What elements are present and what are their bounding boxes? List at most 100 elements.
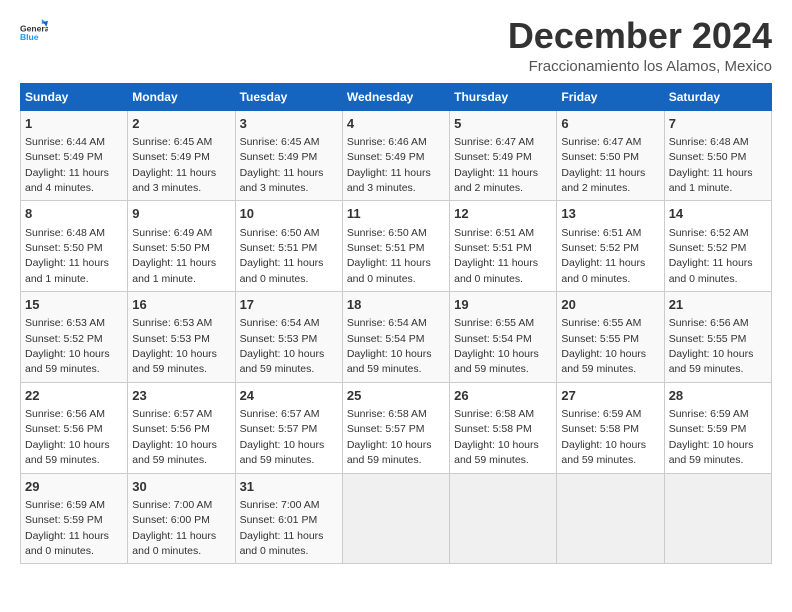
table-row: 26 Sunrise: 6:58 AMSunset: 5:58 PMDaylig… xyxy=(450,382,557,473)
col-friday: Friday xyxy=(557,83,664,110)
day-number: 5 xyxy=(454,115,552,133)
cell-content: Sunrise: 6:51 AMSunset: 5:52 PMDaylight:… xyxy=(561,227,645,285)
table-row: 21 Sunrise: 6:56 AMSunset: 5:55 PMDaylig… xyxy=(664,292,771,383)
table-row: 30 Sunrise: 7:00 AMSunset: 6:00 PMDaylig… xyxy=(128,473,235,564)
cell-content: Sunrise: 6:55 AMSunset: 5:55 PMDaylight:… xyxy=(561,317,646,375)
table-row: 16 Sunrise: 6:53 AMSunset: 5:53 PMDaylig… xyxy=(128,292,235,383)
cell-content: Sunrise: 6:53 AMSunset: 5:53 PMDaylight:… xyxy=(132,317,217,375)
cell-content: Sunrise: 6:48 AMSunset: 5:50 PMDaylight:… xyxy=(25,227,109,285)
day-number: 29 xyxy=(25,478,123,496)
table-row: 12 Sunrise: 6:51 AMSunset: 5:51 PMDaylig… xyxy=(450,201,557,292)
day-number: 11 xyxy=(347,205,445,223)
day-number: 8 xyxy=(25,205,123,223)
cell-content: Sunrise: 7:00 AMSunset: 6:00 PMDaylight:… xyxy=(132,499,216,557)
day-number: 2 xyxy=(132,115,230,133)
table-row: 13 Sunrise: 6:51 AMSunset: 5:52 PMDaylig… xyxy=(557,201,664,292)
day-number: 4 xyxy=(347,115,445,133)
cell-content: Sunrise: 6:46 AMSunset: 5:49 PMDaylight:… xyxy=(347,136,431,194)
table-row: 25 Sunrise: 6:58 AMSunset: 5:57 PMDaylig… xyxy=(342,382,449,473)
table-row: 22 Sunrise: 6:56 AMSunset: 5:56 PMDaylig… xyxy=(21,382,128,473)
table-row: 7 Sunrise: 6:48 AMSunset: 5:50 PMDayligh… xyxy=(664,110,771,201)
cell-content: Sunrise: 6:59 AMSunset: 5:59 PMDaylight:… xyxy=(669,408,754,466)
table-row: 2 Sunrise: 6:45 AMSunset: 5:49 PMDayligh… xyxy=(128,110,235,201)
cell-content: Sunrise: 6:57 AMSunset: 5:56 PMDaylight:… xyxy=(132,408,217,466)
cell-content: Sunrise: 6:59 AMSunset: 5:59 PMDaylight:… xyxy=(25,499,109,557)
cell-content: Sunrise: 6:48 AMSunset: 5:50 PMDaylight:… xyxy=(669,136,753,194)
day-number: 28 xyxy=(669,387,767,405)
day-number: 12 xyxy=(454,205,552,223)
logo: General Blue xyxy=(20,16,48,44)
location-title: Fraccionamiento los Alamos, Mexico xyxy=(508,58,772,75)
empty-cell xyxy=(557,473,664,564)
day-number: 17 xyxy=(240,296,338,314)
cell-content: Sunrise: 6:57 AMSunset: 5:57 PMDaylight:… xyxy=(240,408,325,466)
cell-content: Sunrise: 6:49 AMSunset: 5:50 PMDaylight:… xyxy=(132,227,216,285)
day-number: 3 xyxy=(240,115,338,133)
calendar-week: 8 Sunrise: 6:48 AMSunset: 5:50 PMDayligh… xyxy=(21,201,772,292)
table-row: 24 Sunrise: 6:57 AMSunset: 5:57 PMDaylig… xyxy=(235,382,342,473)
cell-content: Sunrise: 6:59 AMSunset: 5:58 PMDaylight:… xyxy=(561,408,646,466)
table-row: 4 Sunrise: 6:46 AMSunset: 5:49 PMDayligh… xyxy=(342,110,449,201)
cell-content: Sunrise: 6:45 AMSunset: 5:49 PMDaylight:… xyxy=(240,136,324,194)
table-row: 9 Sunrise: 6:49 AMSunset: 5:50 PMDayligh… xyxy=(128,201,235,292)
cell-content: Sunrise: 7:00 AMSunset: 6:01 PMDaylight:… xyxy=(240,499,324,557)
day-number: 21 xyxy=(669,296,767,314)
table-row: 18 Sunrise: 6:54 AMSunset: 5:54 PMDaylig… xyxy=(342,292,449,383)
day-number: 31 xyxy=(240,478,338,496)
table-row: 20 Sunrise: 6:55 AMSunset: 5:55 PMDaylig… xyxy=(557,292,664,383)
cell-content: Sunrise: 6:56 AMSunset: 5:56 PMDaylight:… xyxy=(25,408,110,466)
table-row: 19 Sunrise: 6:55 AMSunset: 5:54 PMDaylig… xyxy=(450,292,557,383)
calendar-week: 29 Sunrise: 6:59 AMSunset: 5:59 PMDaylig… xyxy=(21,473,772,564)
table-row: 31 Sunrise: 7:00 AMSunset: 6:01 PMDaylig… xyxy=(235,473,342,564)
table-row: 23 Sunrise: 6:57 AMSunset: 5:56 PMDaylig… xyxy=(128,382,235,473)
cell-content: Sunrise: 6:58 AMSunset: 5:58 PMDaylight:… xyxy=(454,408,539,466)
cell-content: Sunrise: 6:55 AMSunset: 5:54 PMDaylight:… xyxy=(454,317,539,375)
day-number: 25 xyxy=(347,387,445,405)
month-title: December 2024 xyxy=(508,16,772,56)
day-number: 18 xyxy=(347,296,445,314)
empty-cell xyxy=(342,473,449,564)
day-number: 27 xyxy=(561,387,659,405)
day-number: 9 xyxy=(132,205,230,223)
cell-content: Sunrise: 6:45 AMSunset: 5:49 PMDaylight:… xyxy=(132,136,216,194)
table-row: 11 Sunrise: 6:50 AMSunset: 5:51 PMDaylig… xyxy=(342,201,449,292)
col-tuesday: Tuesday xyxy=(235,83,342,110)
table-row: 15 Sunrise: 6:53 AMSunset: 5:52 PMDaylig… xyxy=(21,292,128,383)
cell-content: Sunrise: 6:47 AMSunset: 5:49 PMDaylight:… xyxy=(454,136,538,194)
day-number: 16 xyxy=(132,296,230,314)
cell-content: Sunrise: 6:54 AMSunset: 5:53 PMDaylight:… xyxy=(240,317,325,375)
cell-content: Sunrise: 6:54 AMSunset: 5:54 PMDaylight:… xyxy=(347,317,432,375)
calendar-week: 15 Sunrise: 6:53 AMSunset: 5:52 PMDaylig… xyxy=(21,292,772,383)
table-row: 6 Sunrise: 6:47 AMSunset: 5:50 PMDayligh… xyxy=(557,110,664,201)
table-row: 1 Sunrise: 6:44 AMSunset: 5:49 PMDayligh… xyxy=(21,110,128,201)
day-number: 23 xyxy=(132,387,230,405)
calendar-week: 1 Sunrise: 6:44 AMSunset: 5:49 PMDayligh… xyxy=(21,110,772,201)
table-row: 3 Sunrise: 6:45 AMSunset: 5:49 PMDayligh… xyxy=(235,110,342,201)
col-wednesday: Wednesday xyxy=(342,83,449,110)
day-number: 7 xyxy=(669,115,767,133)
col-thursday: Thursday xyxy=(450,83,557,110)
col-monday: Monday xyxy=(128,83,235,110)
col-saturday: Saturday xyxy=(664,83,771,110)
cell-content: Sunrise: 6:58 AMSunset: 5:57 PMDaylight:… xyxy=(347,408,432,466)
cell-content: Sunrise: 6:53 AMSunset: 5:52 PMDaylight:… xyxy=(25,317,110,375)
table-row: 10 Sunrise: 6:50 AMSunset: 5:51 PMDaylig… xyxy=(235,201,342,292)
day-number: 30 xyxy=(132,478,230,496)
logo-icon: General Blue xyxy=(20,16,48,44)
svg-text:Blue: Blue xyxy=(20,32,39,42)
day-number: 15 xyxy=(25,296,123,314)
table-row: 29 Sunrise: 6:59 AMSunset: 5:59 PMDaylig… xyxy=(21,473,128,564)
day-number: 6 xyxy=(561,115,659,133)
table-row: 27 Sunrise: 6:59 AMSunset: 5:58 PMDaylig… xyxy=(557,382,664,473)
table-row: 8 Sunrise: 6:48 AMSunset: 5:50 PMDayligh… xyxy=(21,201,128,292)
table-row: 5 Sunrise: 6:47 AMSunset: 5:49 PMDayligh… xyxy=(450,110,557,201)
day-number: 1 xyxy=(25,115,123,133)
calendar-table: Sunday Monday Tuesday Wednesday Thursday… xyxy=(20,83,772,565)
day-number: 22 xyxy=(25,387,123,405)
day-number: 13 xyxy=(561,205,659,223)
table-row: 14 Sunrise: 6:52 AMSunset: 5:52 PMDaylig… xyxy=(664,201,771,292)
col-sunday: Sunday xyxy=(21,83,128,110)
cell-content: Sunrise: 6:51 AMSunset: 5:51 PMDaylight:… xyxy=(454,227,538,285)
day-number: 19 xyxy=(454,296,552,314)
empty-cell xyxy=(664,473,771,564)
